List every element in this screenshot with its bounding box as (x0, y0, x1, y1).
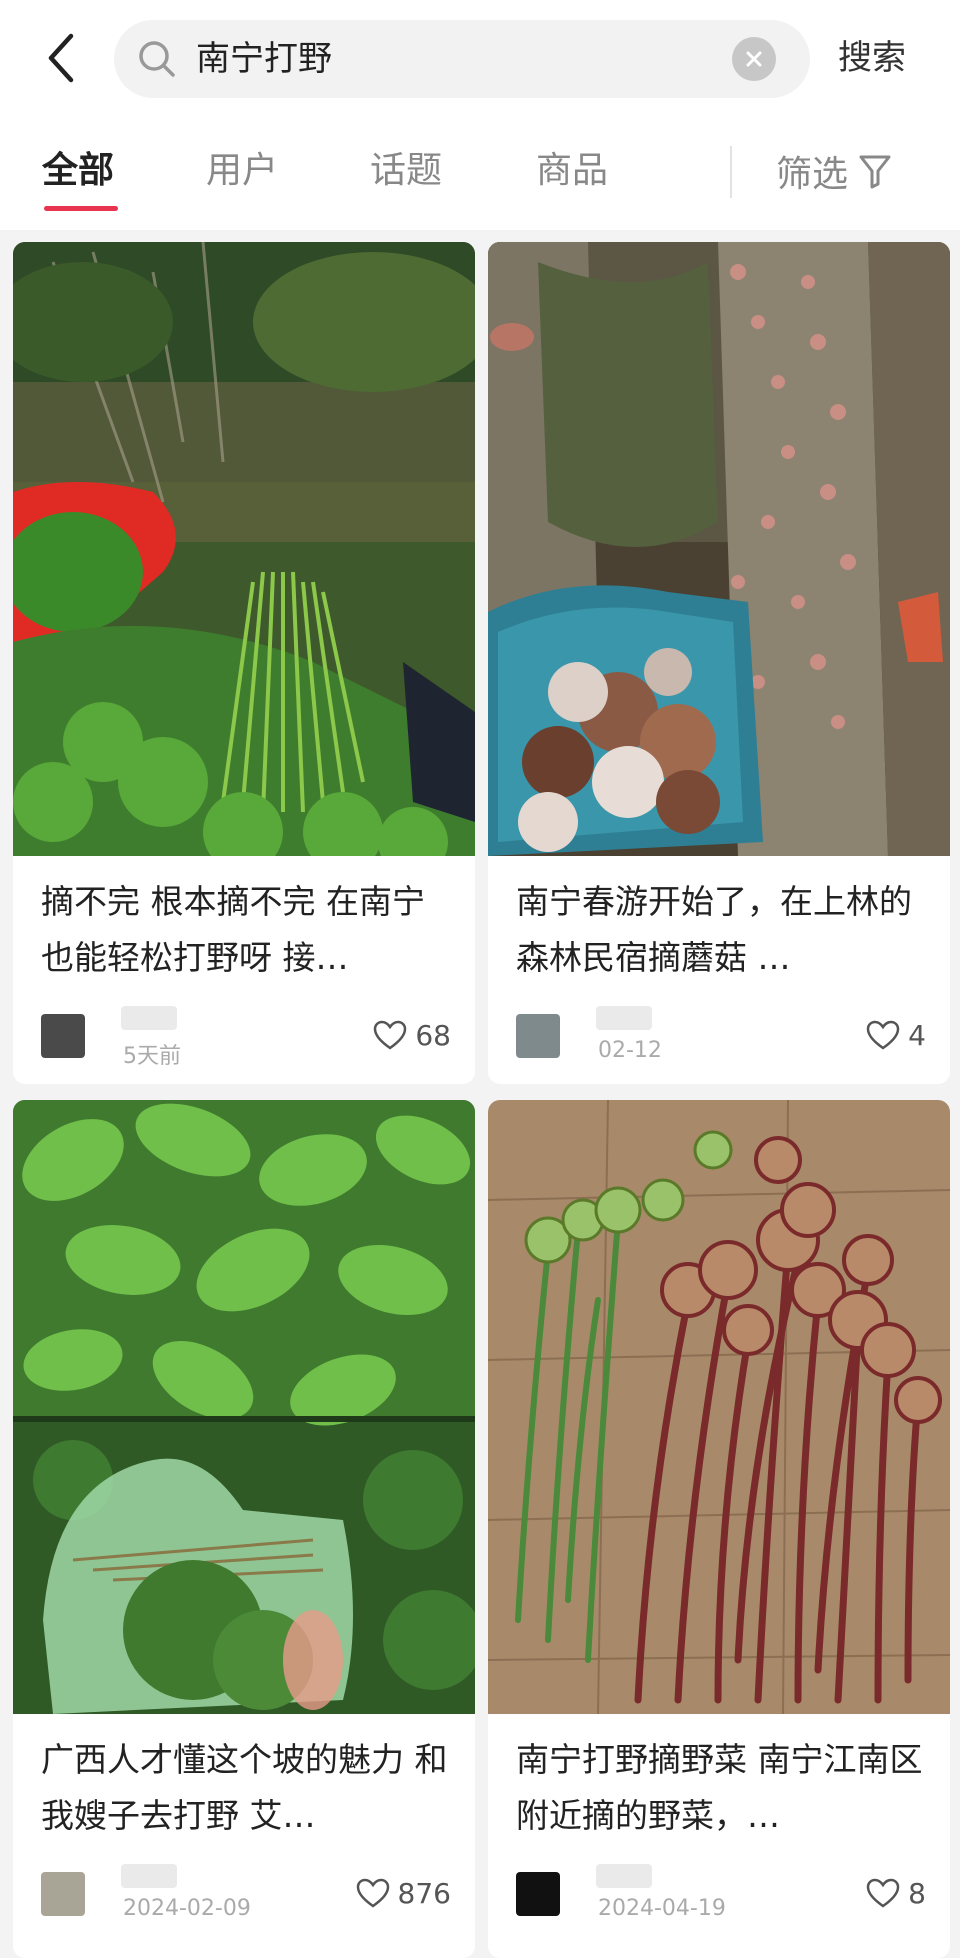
heart-icon (866, 1020, 900, 1050)
active-tab-indicator (44, 206, 118, 211)
avatar[interactable] (41, 1014, 85, 1058)
tab-divider (730, 146, 732, 198)
post-meta: 02-12 4 (516, 1002, 926, 1072)
username-blurred[interactable] (121, 1864, 177, 1888)
username-blurred[interactable] (596, 1006, 652, 1030)
close-icon (746, 51, 762, 67)
search-query: 南宁打野 (196, 39, 332, 79)
post-image[interactable] (488, 242, 950, 856)
filter-button[interactable]: 筛选 (776, 146, 892, 196)
avatar[interactable] (41, 1872, 85, 1916)
post-card[interactable]: 广西人才懂这个坡的魅力 和我嫂子去打野 艾… 2024-02-09 876 (13, 1100, 475, 1958)
search-icon (139, 41, 175, 77)
post-title: 摘不完 根本摘不完 在南宁也能轻松打野呀 接… (41, 882, 425, 977)
username-blurred[interactable] (596, 1864, 652, 1888)
like-button[interactable]: 68 (373, 1012, 451, 1058)
like-button[interactable]: 8 (866, 1870, 926, 1916)
post-card[interactable]: 南宁春游开始了，在上林的森林民宿摘蘑菇 … 02-12 4 (488, 242, 950, 1084)
heart-icon (374, 1020, 407, 1050)
post-date: 5天前 (123, 1044, 181, 1069)
tab-users[interactable]: 用户 (206, 146, 278, 196)
post-image[interactable] (13, 242, 475, 856)
avatar[interactable] (516, 1014, 560, 1058)
post-card[interactable]: 摘不完 根本摘不完 在南宁也能轻松打野呀 接… 5天前 68 (13, 242, 475, 1084)
tab-all[interactable]: 全部 (42, 146, 114, 196)
filter-label: 筛选 (776, 154, 849, 195)
tab-topics[interactable]: 话题 (370, 146, 442, 196)
like-count: 876 (397, 1876, 451, 1910)
post-date: 2024-04-19 (598, 1896, 726, 1921)
post-card[interactable]: 南宁打野摘野菜 南宁江南区附近摘的野菜，… 2024-04-19 8 (488, 1100, 950, 1958)
avatar[interactable] (516, 1872, 560, 1916)
post-meta: 2024-02-09 876 (41, 1860, 451, 1930)
filter-icon (859, 155, 891, 189)
like-button[interactable]: 876 (356, 1870, 451, 1916)
post-date: 02-12 (598, 1038, 662, 1063)
result-tabs: 全部 用户 话题 商品 筛选 (0, 118, 960, 230)
back-button[interactable] (38, 30, 82, 86)
search-input[interactable]: 南宁打野 (114, 20, 810, 98)
heart-icon (356, 1878, 389, 1908)
post-date: 2024-02-09 (123, 1896, 251, 1921)
search-header: 南宁打野 搜索 (0, 0, 960, 118)
post-title: 南宁春游开始了，在上林的森林民宿摘蘑菇 … (516, 882, 912, 977)
post-meta: 2024-04-19 8 (516, 1860, 926, 1930)
like-button[interactable]: 4 (866, 1012, 926, 1058)
post-title: 广西人才懂这个坡的魅力 和我嫂子去打野 艾… (41, 1740, 448, 1835)
post-image[interactable] (488, 1100, 950, 1714)
like-count: 8 (908, 1876, 926, 1910)
post-image[interactable] (13, 1100, 475, 1714)
tab-products[interactable]: 商品 (536, 146, 608, 196)
like-count: 4 (908, 1018, 926, 1052)
like-count: 68 (415, 1018, 451, 1052)
username-blurred[interactable] (121, 1006, 177, 1030)
post-meta: 5天前 68 (41, 1002, 451, 1072)
heart-icon (866, 1878, 900, 1908)
post-title: 南宁打野摘野菜 南宁江南区附近摘的野菜，… (516, 1740, 923, 1835)
search-button[interactable]: 搜索 (838, 28, 906, 88)
clear-search-button[interactable] (732, 37, 776, 81)
chevron-left-icon (48, 33, 74, 83)
